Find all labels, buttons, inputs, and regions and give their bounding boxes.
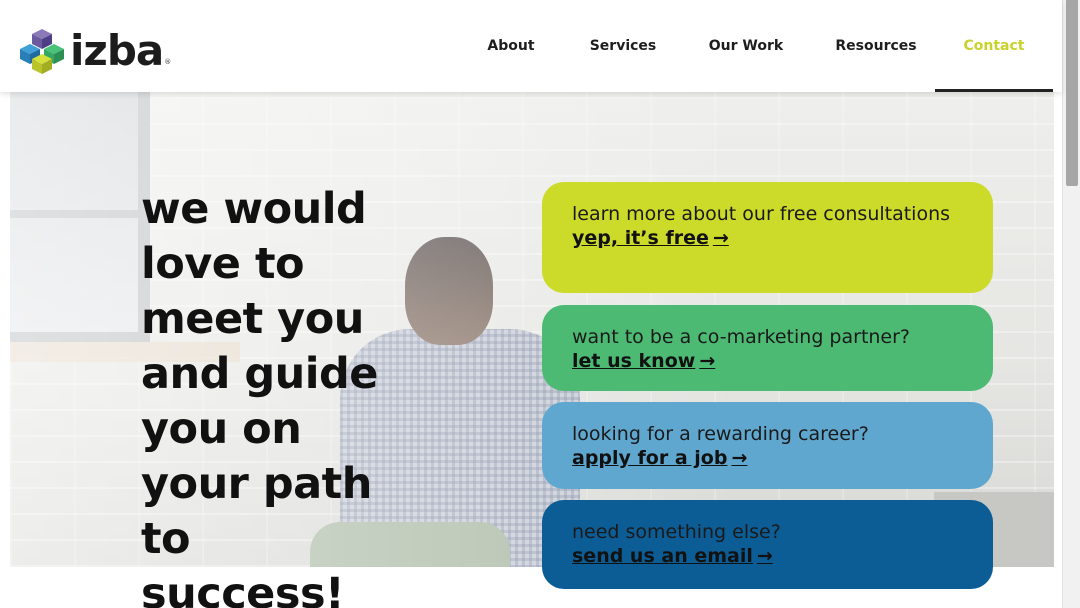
link-label: yep, it’s free <box>572 227 709 249</box>
nav-services[interactable]: Services <box>571 0 675 92</box>
scrollbar-thumb[interactable] <box>1066 0 1078 186</box>
nav-contact[interactable]: Contact <box>935 0 1053 92</box>
logo-wordmark: izba <box>70 26 164 75</box>
registered-mark: ® <box>164 58 172 66</box>
cube-stack-logo-icon <box>20 29 64 74</box>
card-email: need something else? send us an email → <box>542 500 993 589</box>
card-text: need something else? <box>572 521 781 543</box>
card-text: looking for a rewarding career? <box>572 423 869 445</box>
arrow-right-icon: → <box>699 350 716 372</box>
link-label: send us an email <box>572 545 753 567</box>
co-marketing-link[interactable]: let us know → <box>572 349 715 373</box>
page-scrollbar[interactable] <box>1062 0 1080 608</box>
link-label: let us know <box>572 350 696 372</box>
nav-about[interactable]: About <box>451 0 571 92</box>
card-text: learn more about our free consultations <box>572 203 951 225</box>
arrow-right-icon: → <box>756 545 773 567</box>
send-email-link[interactable]: send us an email → <box>572 544 773 568</box>
card-co-marketing: want to be a co-marketing partner? let u… <box>542 305 993 391</box>
apply-job-link[interactable]: apply for a job → <box>572 446 747 470</box>
nav-resources[interactable]: Resources <box>817 0 935 92</box>
card-careers: looking for a rewarding career? apply fo… <box>542 402 993 489</box>
card-text: want to be a co-marketing partner? <box>572 326 911 348</box>
hero-headline: we would love to meet you and guide you … <box>141 184 378 608</box>
free-consultation-link[interactable]: yep, it’s free → <box>572 226 729 250</box>
nav-our-work[interactable]: Our Work <box>675 0 817 92</box>
link-label: apply for a job <box>572 447 728 469</box>
arrow-right-icon: → <box>731 447 748 469</box>
card-free-consultations: learn more about our free consultations … <box>542 182 993 293</box>
logo[interactable]: izba ® <box>16 26 171 76</box>
arrow-right-icon: → <box>712 227 729 249</box>
main-nav: About Services Our Work Resources Contac… <box>451 0 1062 92</box>
site-header: izba ® About Services Our Work Resources… <box>0 0 1062 92</box>
